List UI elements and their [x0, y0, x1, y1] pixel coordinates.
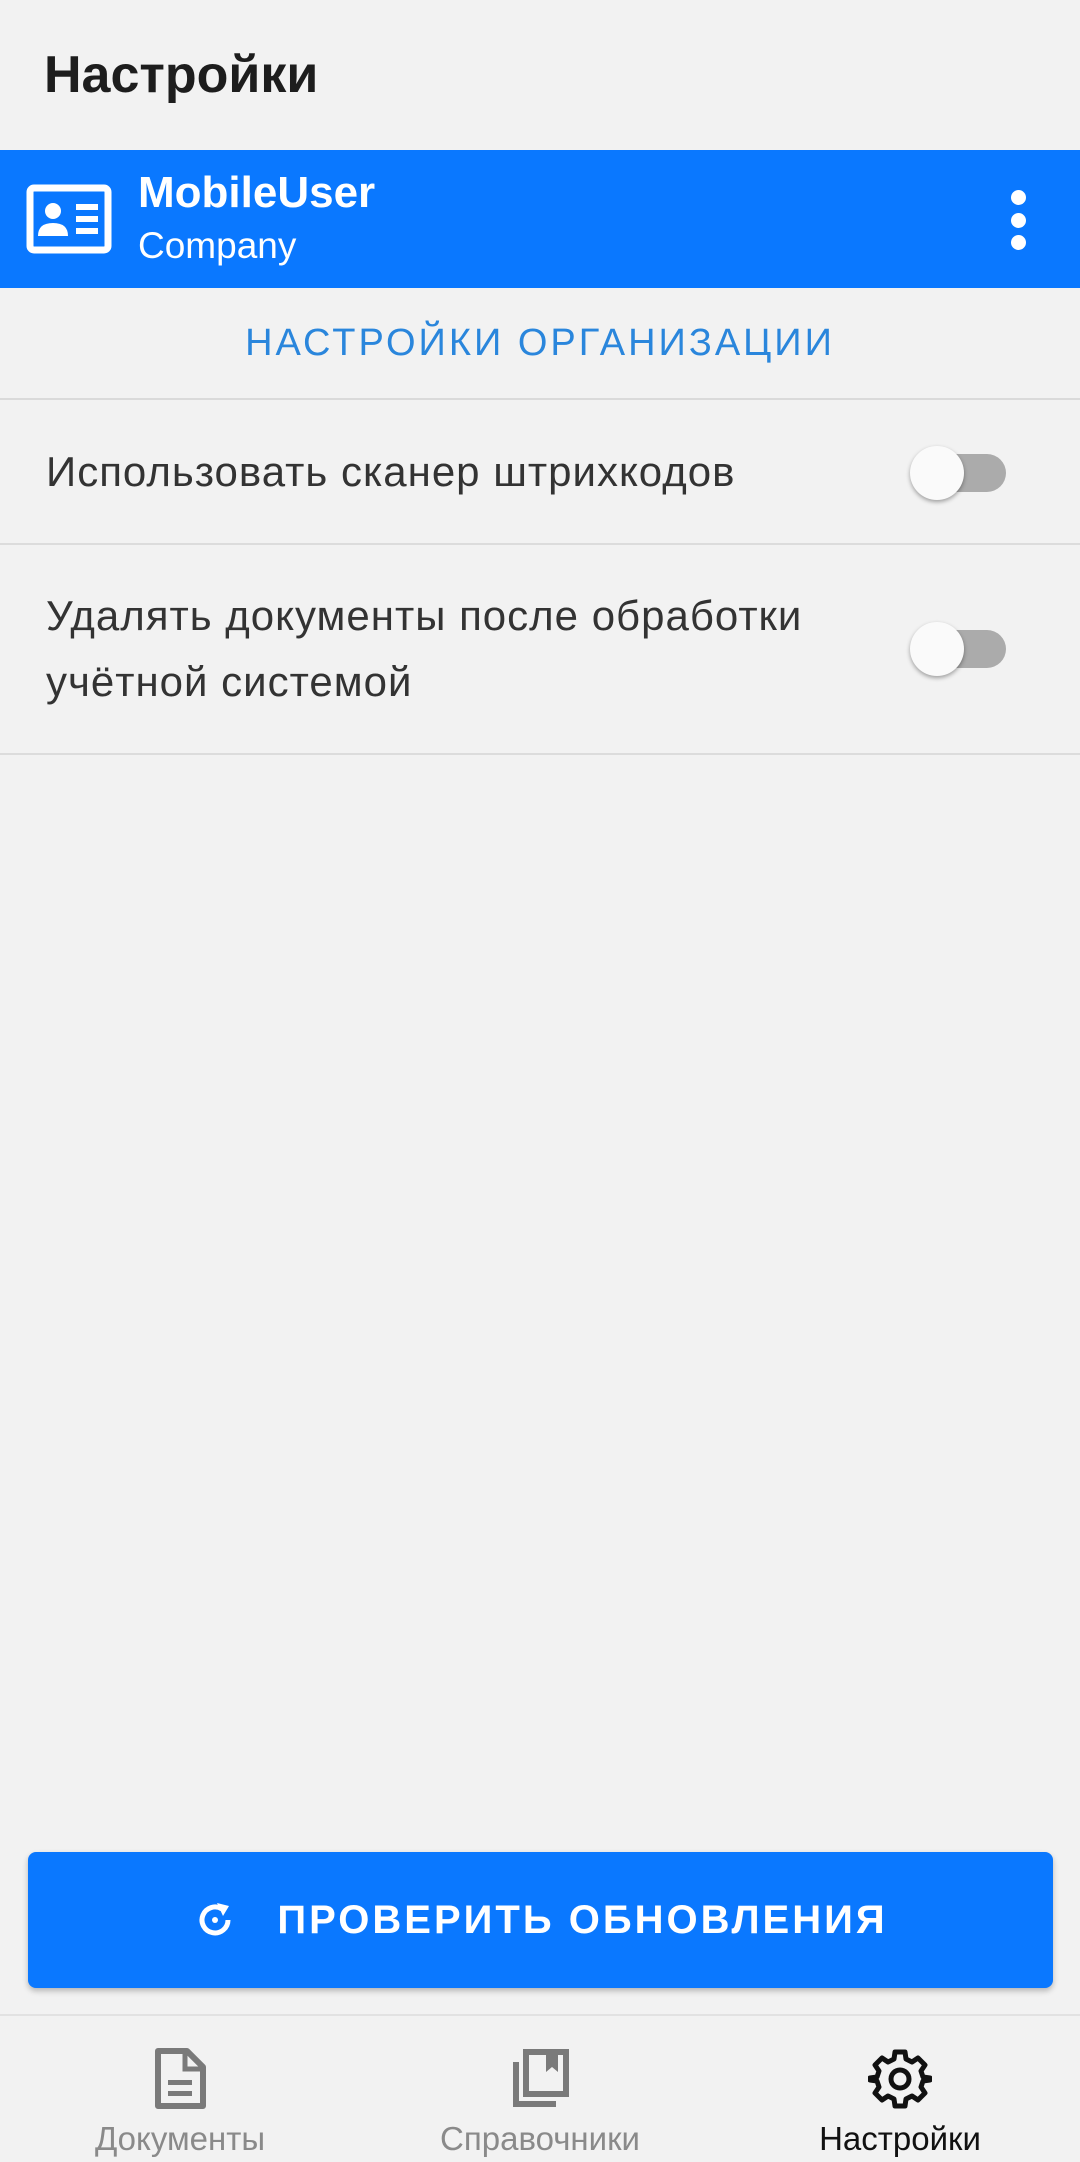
nav-item-settings[interactable]: Настройки: [720, 2016, 1080, 2162]
account-card[interactable]: MobileUser Company: [0, 150, 1080, 288]
account-texts: MobileUser Company: [138, 166, 375, 272]
check-updates-button[interactable]: ПРОВЕРИТЬ ОБНОВЛЕНИЯ: [28, 1852, 1053, 1988]
gear-icon: [867, 2046, 933, 2112]
barcode-scanner-toggle[interactable]: [910, 446, 1006, 500]
app-bar: Настройки: [0, 0, 1080, 150]
delete-documents-toggle[interactable]: [910, 622, 1006, 676]
account-user-name: MobileUser: [138, 168, 376, 217]
settings-screen: Настройки MobileUser Company НАСТРОЙКИ О…: [0, 0, 1080, 2162]
nav-item-references[interactable]: Справочники: [360, 2016, 720, 2162]
nav-label: Справочники: [440, 2120, 640, 2157]
library-books-icon: [507, 2046, 573, 2112]
refresh-icon: [193, 1898, 237, 1942]
more-vert-icon[interactable]: [1006, 190, 1030, 250]
nav-label: Документы: [94, 2120, 266, 2157]
toggle-thumb: [910, 446, 964, 500]
setting-label: Использовать сканер штрихкодов: [46, 447, 736, 495]
nav-item-documents[interactable]: Документы: [0, 2016, 360, 2162]
document-icon: [147, 2046, 213, 2112]
organization-settings-link[interactable]: НАСТРОЙКИ ОРГАНИЗАЦИИ: [0, 288, 1080, 400]
check-updates-label: ПРОВЕРИТЬ ОБНОВЛЕНИЯ: [277, 1897, 888, 1942]
nav-label: Настройки: [819, 2120, 981, 2157]
bottom-navigation: Документы Справочники Настройки: [0, 2014, 1080, 2162]
toggle-thumb: [910, 622, 964, 676]
account-company: Company: [138, 225, 297, 266]
page-title: Настройки: [44, 46, 319, 104]
setting-label: Удалять документы после обработки учётно…: [46, 592, 803, 705]
id-card-icon: [26, 184, 112, 254]
